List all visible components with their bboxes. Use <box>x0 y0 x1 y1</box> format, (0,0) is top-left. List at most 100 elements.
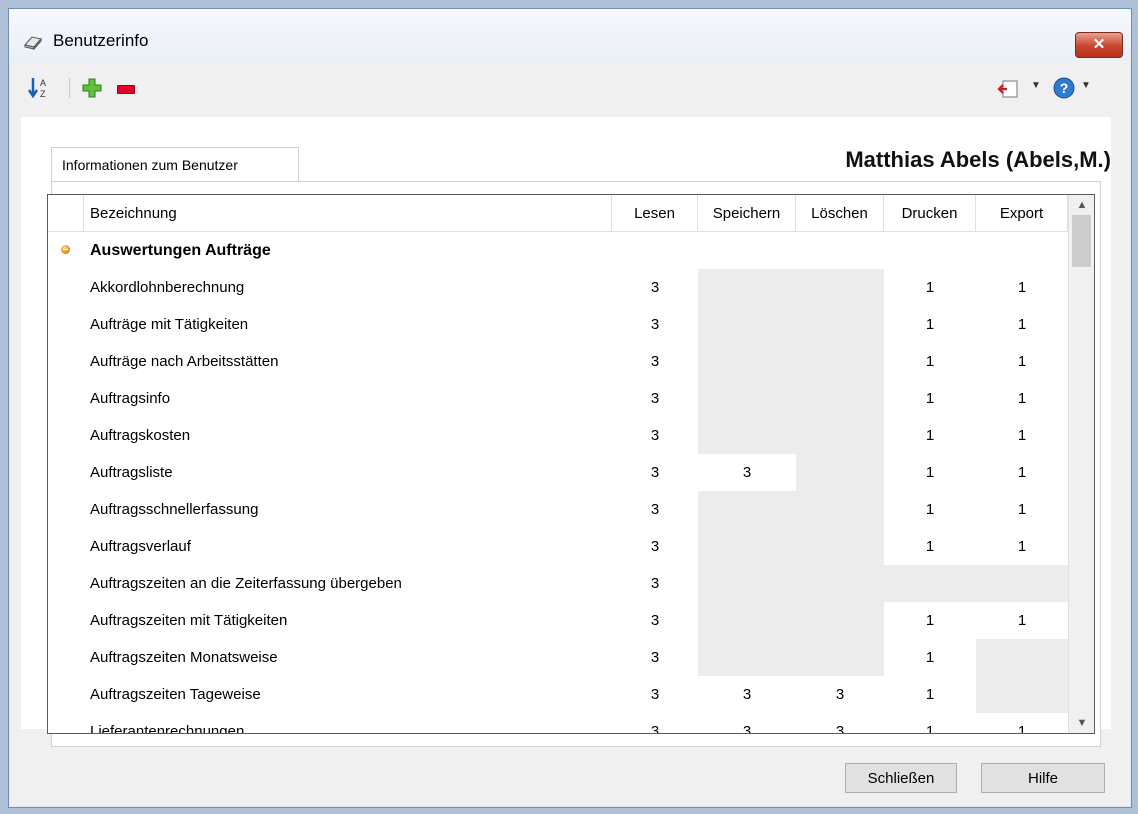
cell-speichern[interactable] <box>698 602 796 639</box>
column-header-export[interactable]: Export <box>976 195 1068 232</box>
cell-lesen[interactable]: 3 <box>612 676 698 713</box>
table-row[interactable]: Auftragsschnellerfassung 3 1 1 <box>48 491 1068 528</box>
column-header-lesen[interactable]: Lesen <box>612 195 698 232</box>
cell-export[interactable]: 1 <box>976 269 1068 306</box>
cell-loeschen[interactable] <box>796 491 884 528</box>
cell-speichern[interactable] <box>698 343 796 380</box>
table-row[interactable]: Auftragszeiten Tageweise 3 3 3 1 <box>48 676 1068 713</box>
column-header-drucken[interactable]: Drucken <box>884 195 976 232</box>
cell-drucken[interactable] <box>884 565 976 602</box>
cell-export[interactable] <box>976 639 1068 676</box>
add-icon[interactable] <box>81 77 103 99</box>
cell-lesen[interactable]: 3 <box>612 528 698 565</box>
help-dropdown-arrow-icon[interactable]: ▼ <box>1081 80 1091 91</box>
table-row[interactable]: Lieferantenrechnungen 3 3 3 1 1 <box>48 713 1068 733</box>
cell-lesen[interactable]: 3 <box>612 639 698 676</box>
table-row[interactable]: Aufträge mit Tätigkeiten 3 1 1 <box>48 306 1068 343</box>
table-row[interactable]: Aufträge nach Arbeitsstätten 3 1 1 <box>48 343 1068 380</box>
cell-lesen[interactable]: 3 <box>612 306 698 343</box>
cell-lesen[interactable]: 3 <box>612 454 698 491</box>
table-row[interactable]: Auftragsinfo 3 1 1 <box>48 380 1068 417</box>
scroll-up-icon[interactable]: ▲ <box>1069 195 1094 215</box>
cell-loeschen[interactable] <box>796 565 884 602</box>
table-row[interactable]: Auftragsverlauf 3 1 1 <box>48 528 1068 565</box>
cell-lesen[interactable]: 3 <box>612 417 698 454</box>
cell-lesen[interactable]: 3 <box>612 380 698 417</box>
table-row[interactable]: Auftragszeiten mit Tätigkeiten 3 1 1 <box>48 602 1068 639</box>
cell-drucken[interactable]: 1 <box>884 306 976 343</box>
cell-loeschen[interactable]: 3 <box>796 676 884 713</box>
cell-lesen[interactable]: 3 <box>612 343 698 380</box>
cell-export[interactable]: 1 <box>976 713 1068 733</box>
cell-export[interactable]: 1 <box>976 528 1068 565</box>
cell-export[interactable]: 1 <box>976 380 1068 417</box>
cell-loeschen[interactable] <box>796 269 884 306</box>
permissions-grid[interactable]: Bezeichnung Lesen Speichern Löschen Druc… <box>47 194 1095 734</box>
cell-speichern[interactable] <box>698 380 796 417</box>
vertical-scrollbar[interactable]: ▲ ▼ <box>1068 195 1094 733</box>
cell-drucken[interactable]: 1 <box>884 454 976 491</box>
cell-lesen[interactable]: 3 <box>612 602 698 639</box>
cell-drucken[interactable]: 1 <box>884 639 976 676</box>
cell-drucken[interactable]: 1 <box>884 676 976 713</box>
cell-speichern[interactable] <box>698 639 796 676</box>
close-button[interactable]: Schließen <box>845 763 957 793</box>
cell-speichern[interactable]: 3 <box>698 676 796 713</box>
cell-export[interactable]: 1 <box>976 417 1068 454</box>
exit-dropdown-arrow-icon[interactable]: ▼ <box>1031 80 1041 91</box>
cell-export[interactable]: 1 <box>976 306 1068 343</box>
column-header-speichern[interactable]: Speichern <box>698 195 796 232</box>
cell-drucken[interactable]: 1 <box>884 380 976 417</box>
help-icon[interactable]: ? <box>1053 77 1075 99</box>
cell-speichern[interactable] <box>698 306 796 343</box>
cell-drucken[interactable]: 1 <box>884 417 976 454</box>
cell-speichern[interactable] <box>698 528 796 565</box>
cell-drucken[interactable]: 1 <box>884 491 976 528</box>
cell-loeschen[interactable] <box>796 417 884 454</box>
cell-export[interactable]: 1 <box>976 602 1068 639</box>
cell-lesen[interactable]: 3 <box>612 491 698 528</box>
cell-lesen[interactable]: 3 <box>612 713 698 733</box>
cell-speichern[interactable] <box>698 269 796 306</box>
window-close-button[interactable]: ✕ <box>1075 32 1123 58</box>
exit-icon[interactable] <box>997 79 1019 99</box>
cell-drucken[interactable]: 1 <box>884 343 976 380</box>
cell-loeschen[interactable] <box>796 528 884 565</box>
cell-loeschen[interactable] <box>796 380 884 417</box>
cell-loeschen[interactable] <box>796 306 884 343</box>
cell-speichern[interactable]: 3 <box>698 713 796 733</box>
cell-lesen[interactable]: 3 <box>612 565 698 602</box>
sort-icon[interactable]: A Z <box>27 76 53 100</box>
cell-speichern[interactable]: 3 <box>698 454 796 491</box>
group-row[interactable]: Auswertungen Aufträge <box>48 232 1068 269</box>
table-row[interactable]: Auftragszeiten Monatsweise 3 1 <box>48 639 1068 676</box>
column-header-loeschen[interactable]: Löschen <box>796 195 884 232</box>
cell-loeschen[interactable] <box>796 343 884 380</box>
cell-loeschen[interactable] <box>796 639 884 676</box>
cell-lesen[interactable]: 3 <box>612 269 698 306</box>
cell-drucken[interactable]: 1 <box>884 269 976 306</box>
table-row[interactable]: Akkordlohnberechnung 3 1 1 <box>48 269 1068 306</box>
cell-loeschen[interactable] <box>796 454 884 491</box>
cell-loeschen[interactable]: 3 <box>796 713 884 733</box>
cell-drucken[interactable]: 1 <box>884 713 976 733</box>
cell-export[interactable] <box>976 565 1068 602</box>
tab-informationen[interactable]: Informationen zum Benutzer <box>51 147 299 181</box>
column-header-bezeichnung[interactable]: Bezeichnung <box>84 195 612 232</box>
cell-drucken[interactable]: 1 <box>884 602 976 639</box>
cell-speichern[interactable] <box>698 565 796 602</box>
cell-drucken[interactable]: 1 <box>884 528 976 565</box>
table-row[interactable]: Auftragszeiten an die Zeiterfassung über… <box>48 565 1068 602</box>
cell-speichern[interactable] <box>698 491 796 528</box>
table-row[interactable]: Auftragskosten 3 1 1 <box>48 417 1068 454</box>
cell-export[interactable]: 1 <box>976 343 1068 380</box>
cell-export[interactable] <box>976 676 1068 713</box>
help-button[interactable]: Hilfe <box>981 763 1105 793</box>
cell-export[interactable]: 1 <box>976 454 1068 491</box>
remove-icon[interactable] <box>117 85 135 94</box>
cell-loeschen[interactable] <box>796 602 884 639</box>
scroll-thumb[interactable] <box>1072 215 1091 267</box>
scroll-down-icon[interactable]: ▼ <box>1069 713 1094 733</box>
table-row[interactable]: Auftragsliste 3 3 1 1 <box>48 454 1068 491</box>
cell-speichern[interactable] <box>698 417 796 454</box>
